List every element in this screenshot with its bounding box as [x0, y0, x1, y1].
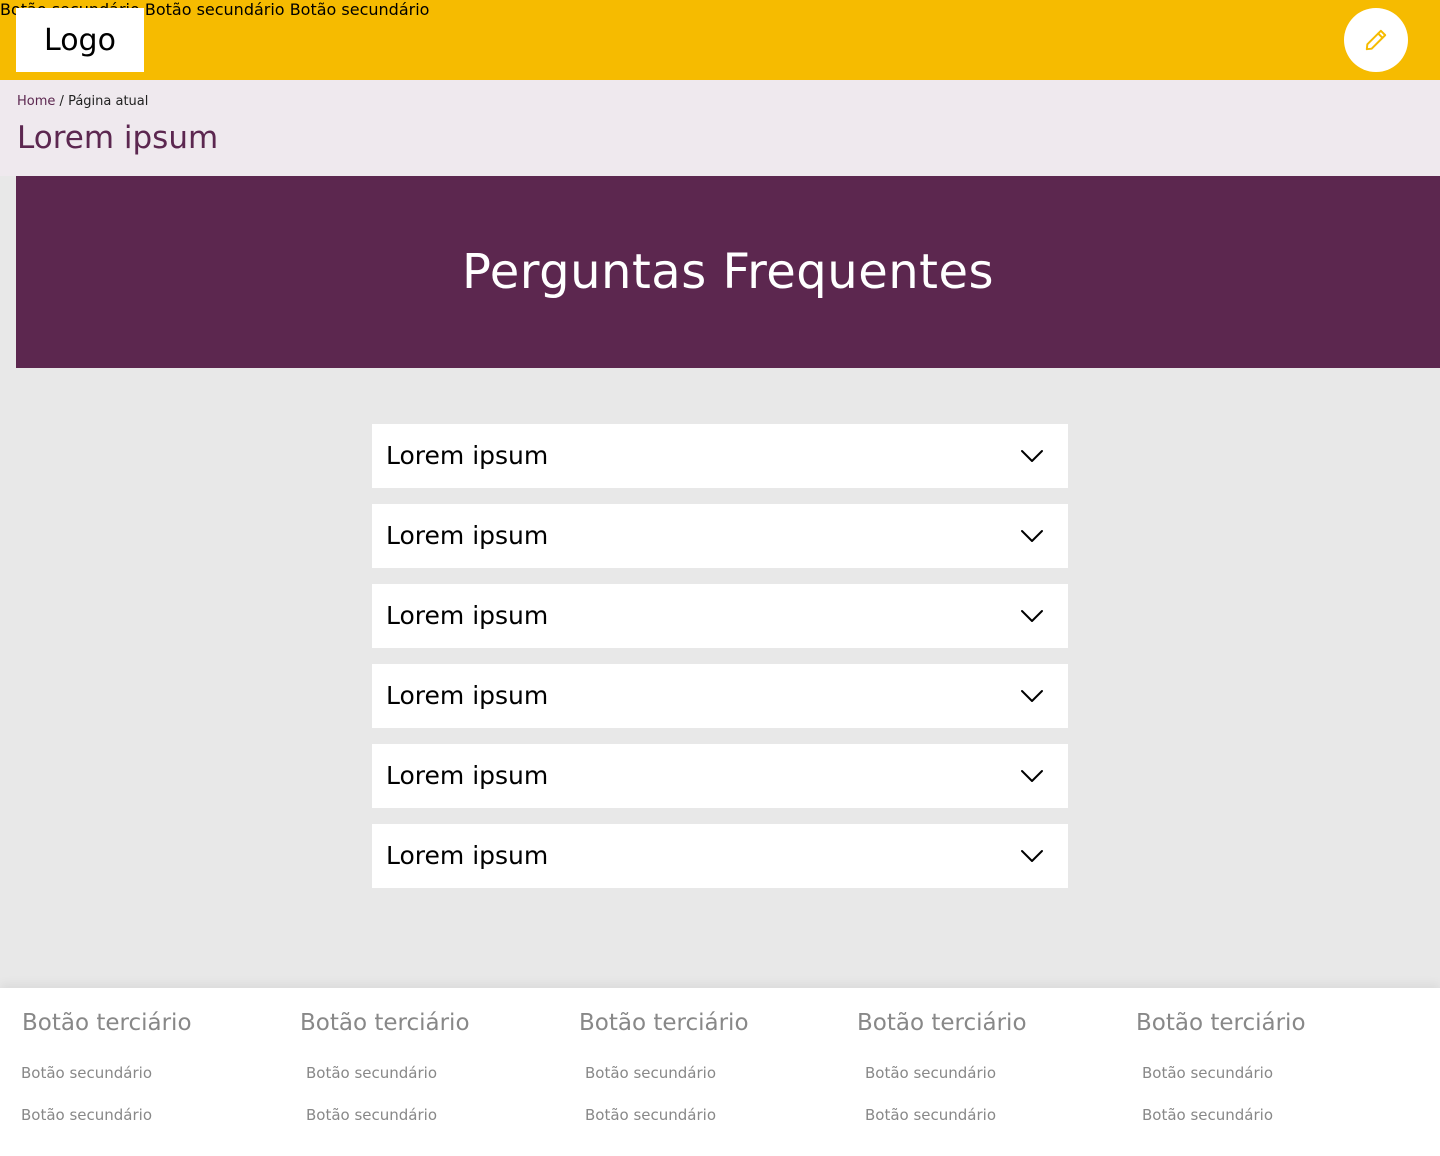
- footer-link[interactable]: Botão secundário: [306, 1106, 437, 1124]
- logo[interactable]: Logo: [16, 8, 144, 72]
- faq-question: Lorem ipsum: [386, 521, 549, 550]
- page-header: Home / Página atual Lorem ipsum: [0, 80, 1440, 176]
- chevron-down-icon: [1021, 450, 1043, 462]
- faq-item[interactable]: Lorem ipsum: [372, 824, 1068, 888]
- footer-link[interactable]: Botão secundário: [306, 1064, 437, 1082]
- footer-link[interactable]: Botão secundário: [865, 1106, 996, 1124]
- main-nav: Botão secundário Botão secundário Botão …: [0, 0, 1440, 19]
- pencil-icon: [1365, 29, 1387, 51]
- nav-link-2[interactable]: Botão secundário: [145, 0, 285, 19]
- footer-link[interactable]: Botão secundário: [585, 1064, 716, 1082]
- chevron-down-icon: [1021, 610, 1043, 622]
- footer-heading[interactable]: Botão terciário: [22, 1010, 192, 1036]
- footer-link[interactable]: Botão secundário: [21, 1106, 152, 1124]
- footer-heading[interactable]: Botão terciário: [1136, 1010, 1306, 1036]
- top-header: Logo Botão secundário Botão secundário B…: [0, 0, 1440, 80]
- footer-link[interactable]: Botão secundário: [1142, 1064, 1273, 1082]
- page-title: Lorem ipsum: [17, 120, 219, 156]
- faq-question: Lorem ipsum: [386, 681, 549, 710]
- chevron-down-icon: [1021, 690, 1043, 702]
- faq-question: Lorem ipsum: [386, 761, 549, 790]
- edit-button[interactable]: [1344, 8, 1408, 72]
- breadcrumb: Home / Página atual: [17, 94, 148, 109]
- faq-item[interactable]: Lorem ipsum: [372, 584, 1068, 648]
- faq-question: Lorem ipsum: [386, 601, 549, 630]
- footer-heading[interactable]: Botão terciário: [300, 1010, 470, 1036]
- banner-title: Perguntas Frequentes: [462, 244, 994, 300]
- chevron-down-icon: [1021, 770, 1043, 782]
- faq-item[interactable]: Lorem ipsum: [372, 664, 1068, 728]
- footer-heading[interactable]: Botão terciário: [579, 1010, 749, 1036]
- faq-item[interactable]: Lorem ipsum: [372, 504, 1068, 568]
- chevron-down-icon: [1021, 850, 1043, 862]
- faq-question: Lorem ipsum: [386, 441, 549, 470]
- footer-link[interactable]: Botão secundário: [1142, 1106, 1273, 1124]
- faq-item[interactable]: Lorem ipsum: [372, 744, 1068, 808]
- faq-banner: Perguntas Frequentes: [16, 176, 1440, 368]
- footer-link[interactable]: Botão secundário: [21, 1064, 152, 1082]
- footer-heading[interactable]: Botão terciário: [857, 1010, 1027, 1036]
- breadcrumb-separator: /: [59, 94, 64, 109]
- nav-link-3[interactable]: Botão secundário: [290, 0, 430, 19]
- chevron-down-icon: [1021, 530, 1043, 542]
- breadcrumb-current: Página atual: [68, 94, 149, 109]
- faq-item[interactable]: Lorem ipsum: [372, 424, 1068, 488]
- footer-link[interactable]: Botão secundário: [585, 1106, 716, 1124]
- footer-link[interactable]: Botão secundário: [865, 1064, 996, 1082]
- faq-question: Lorem ipsum: [386, 841, 549, 870]
- breadcrumb-home[interactable]: Home: [17, 94, 55, 109]
- faq-accordion: Lorem ipsum Lorem ipsum Lorem ipsum Lore…: [372, 424, 1068, 904]
- footer: Botão terciário Botão secundário Botão s…: [0, 988, 1440, 1156]
